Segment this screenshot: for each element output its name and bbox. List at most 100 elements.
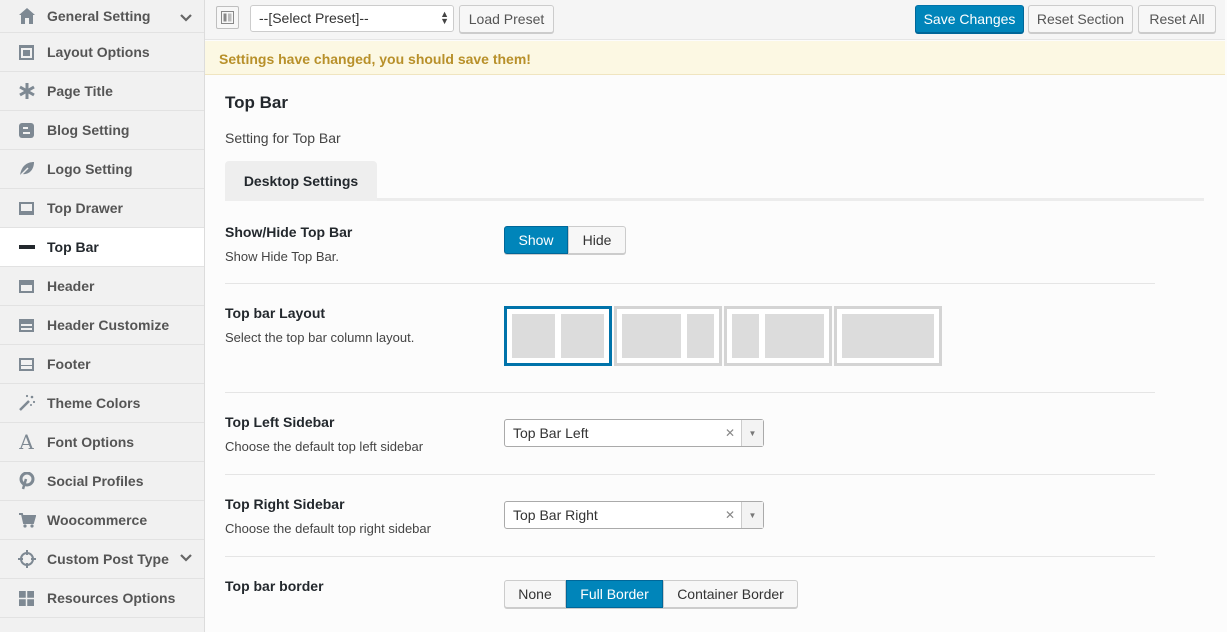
left-sidebar-select[interactable]: Top Bar Left ✕ ▼ bbox=[504, 419, 764, 447]
section-description: Setting for Top Bar bbox=[225, 130, 341, 146]
dropdown-arrow-icon[interactable]: ▼ bbox=[741, 420, 763, 446]
field-description: Choose the default top right sidebar bbox=[225, 521, 431, 536]
dropdown-arrow-icon[interactable]: ▼ bbox=[741, 502, 763, 528]
border-none-button[interactable]: None bbox=[504, 580, 566, 608]
magic-wand-icon bbox=[17, 394, 36, 413]
sidebar-item-top-bar[interactable]: Top Bar bbox=[0, 228, 204, 267]
header-icon bbox=[17, 277, 36, 296]
crosshair-icon bbox=[17, 550, 36, 569]
sidebar-item-label: Header Customize bbox=[47, 317, 170, 333]
sidebar-item-label: Woocommerce bbox=[47, 512, 148, 528]
border-toggle: None Full Border Container Border bbox=[504, 580, 798, 608]
chevron-down-icon[interactable] bbox=[180, 552, 192, 564]
grid-icon bbox=[17, 589, 36, 608]
section-title: Top Bar bbox=[225, 93, 288, 112]
sidebar-item-label: Top Drawer bbox=[47, 200, 123, 216]
border-full-button[interactable]: Full Border bbox=[566, 580, 663, 608]
sidebar-item-general-setting[interactable]: General Setting bbox=[0, 0, 204, 33]
show-hide-toggle: Show Hide bbox=[504, 226, 626, 254]
select-arrows-icon: ▲ ▼ bbox=[440, 9, 449, 26]
sidebar-item-page-title[interactable]: Page Title bbox=[0, 72, 204, 111]
sidebar-item-woocommerce[interactable]: Woocommerce bbox=[0, 501, 204, 540]
field-title: Show/Hide Top Bar bbox=[225, 224, 353, 240]
field-title: Top bar border bbox=[225, 578, 324, 594]
sidebar-item-label: Page Title bbox=[47, 83, 113, 99]
layout-option-narrow-wide[interactable] bbox=[724, 306, 832, 366]
sidebar-item-layout-options[interactable]: Layout Options bbox=[0, 33, 204, 72]
toggle-sidebar-button[interactable] bbox=[216, 6, 239, 29]
layout-icon bbox=[17, 43, 36, 62]
left-sidebar-value: Top Bar Left bbox=[513, 425, 589, 441]
layout-row: Top bar Layout Select the top bar column… bbox=[225, 284, 1155, 393]
layout-column bbox=[561, 314, 604, 358]
layout-column bbox=[765, 314, 824, 358]
layout-option-full[interactable] bbox=[834, 306, 942, 366]
preset-select[interactable]: --[Select Preset]-- ▲ ▼ bbox=[250, 5, 454, 32]
drawer-icon bbox=[17, 199, 36, 218]
field-description: Show Hide Top Bar. bbox=[225, 249, 339, 264]
layout-column bbox=[686, 314, 714, 358]
blogger-icon bbox=[17, 121, 36, 140]
layout-column bbox=[732, 314, 760, 358]
save-changes-button[interactable]: Save Changes bbox=[915, 5, 1024, 33]
sidebar-item-label: General Setting bbox=[47, 8, 151, 24]
clear-icon[interactable]: ✕ bbox=[725, 426, 735, 440]
home-icon bbox=[17, 7, 36, 26]
unsaved-notice: Settings have changed, you should save t… bbox=[205, 41, 1225, 75]
chevron-down-icon[interactable] bbox=[180, 12, 192, 24]
sidebar-item-header-customize[interactable]: Header Customize bbox=[0, 306, 204, 345]
field-description: Select the top bar column layout. bbox=[225, 330, 415, 345]
tab-desktop-settings[interactable]: Desktop Settings bbox=[225, 161, 377, 201]
show-hide-row: Show/Hide Top Bar Show Hide Top Bar. Sho… bbox=[225, 211, 1155, 284]
sidebar-item-custom-post-type[interactable]: Custom Post Type bbox=[0, 540, 204, 579]
sidebar-item-logo-setting[interactable]: Logo Setting bbox=[0, 150, 204, 189]
right-sidebar-select[interactable]: Top Bar Right ✕ ▼ bbox=[504, 501, 764, 529]
layout-option-half-half[interactable] bbox=[504, 306, 612, 366]
font-icon: A bbox=[19, 430, 34, 454]
panel-icon bbox=[221, 11, 234, 24]
cart-icon bbox=[17, 511, 36, 530]
sidebar-item-top-drawer[interactable]: Top Drawer bbox=[0, 189, 204, 228]
sidebar-item-label: Social Profiles bbox=[47, 473, 144, 489]
footer-icon bbox=[17, 355, 36, 374]
hide-option-button[interactable]: Hide bbox=[568, 226, 626, 254]
left-sidebar-row: Top Left Sidebar Choose the default top … bbox=[225, 393, 1155, 475]
sidebar-item-blog-setting[interactable]: Blog Setting bbox=[0, 111, 204, 150]
layout-column bbox=[842, 314, 934, 358]
asterisk-icon bbox=[17, 82, 36, 101]
reset-all-button[interactable]: Reset All bbox=[1138, 5, 1216, 33]
options-main: --[Select Preset]-- ▲ ▼ Load Preset Save … bbox=[205, 0, 1227, 632]
sidebar-item-label: Header bbox=[47, 278, 95, 294]
preset-select-value: --[Select Preset]-- bbox=[259, 10, 369, 26]
layout-column bbox=[622, 314, 681, 358]
field-description: Choose the default top left sidebar bbox=[225, 439, 424, 454]
sidebar-item-label: Resources Options bbox=[47, 590, 176, 606]
clear-icon[interactable]: ✕ bbox=[725, 508, 735, 522]
field-title: Top Left Sidebar bbox=[225, 414, 335, 430]
right-sidebar-row: Top Right Sidebar Choose the default top… bbox=[225, 475, 1155, 557]
sidebar-item-label: Blog Setting bbox=[47, 122, 130, 138]
sidebar-item-label: Logo Setting bbox=[47, 161, 133, 177]
border-row: Top bar border None Full Border Containe… bbox=[225, 557, 1155, 632]
layout-picker bbox=[504, 306, 944, 366]
sidebar-item-resources-options[interactable]: Resources Options bbox=[0, 579, 204, 618]
minus-icon bbox=[17, 238, 36, 257]
layout-option-wide-narrow[interactable] bbox=[614, 306, 722, 366]
sidebar-item-theme-colors[interactable]: Theme Colors bbox=[0, 384, 204, 423]
layout-column bbox=[512, 314, 555, 358]
sidebar-item-font-options[interactable]: A Font Options bbox=[0, 423, 204, 462]
reset-section-button[interactable]: Reset Section bbox=[1028, 5, 1133, 33]
sidebar-item-label: Font Options bbox=[47, 434, 135, 450]
options-sidebar: General Setting Layout Options Page Titl… bbox=[0, 0, 205, 632]
leaf-icon bbox=[17, 160, 36, 179]
toolbar: --[Select Preset]-- ▲ ▼ Load Preset Save … bbox=[205, 0, 1225, 40]
load-preset-button[interactable]: Load Preset bbox=[459, 5, 554, 33]
sidebar-item-footer[interactable]: Footer bbox=[0, 345, 204, 384]
show-option-button[interactable]: Show bbox=[504, 226, 568, 254]
border-container-button[interactable]: Container Border bbox=[663, 580, 798, 608]
sidebar-item-label: Custom Post Type bbox=[47, 551, 169, 567]
section-content: Top Bar Setting for Top Bar Desktop Sett… bbox=[205, 75, 1225, 632]
sidebar-item-header[interactable]: Header bbox=[0, 267, 204, 306]
sidebar-item-label: Layout Options bbox=[47, 44, 150, 60]
sidebar-item-social-profiles[interactable]: Social Profiles bbox=[0, 462, 204, 501]
